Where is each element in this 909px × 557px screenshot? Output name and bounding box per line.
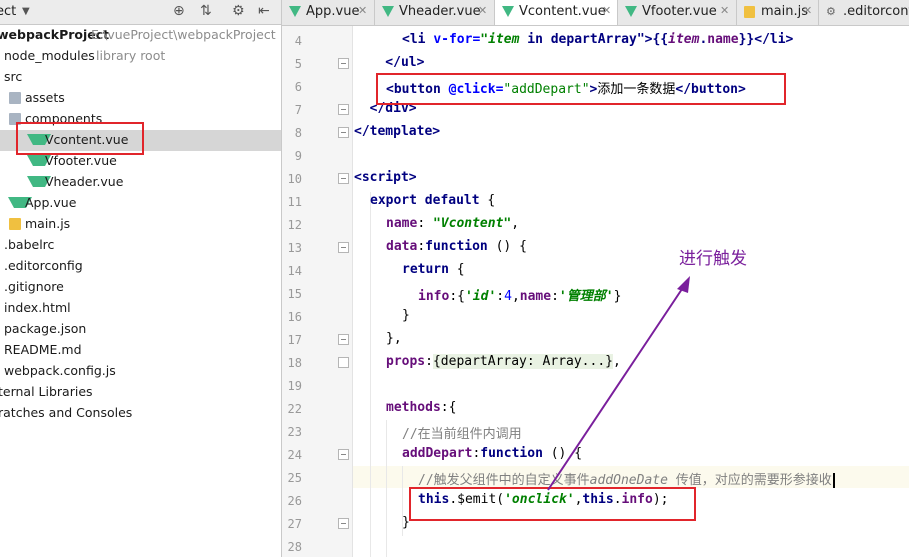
annotation-arrow: [547, 276, 690, 491]
annotation-text: 进行触发: [679, 249, 747, 269]
